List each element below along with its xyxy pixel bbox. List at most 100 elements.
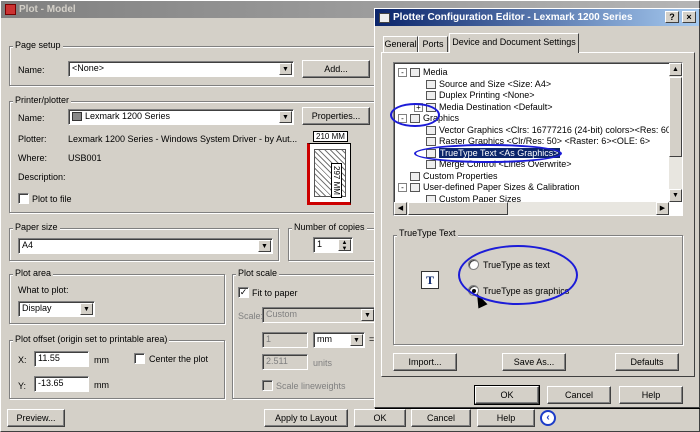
tree-node-label: User-defined Paper Sizes & Calibration (423, 182, 580, 192)
paper-size-select[interactable]: A4 ▼ (18, 238, 273, 254)
scale-numerator-field[interactable]: 1 (262, 332, 308, 348)
tree-node[interactable]: Duplex Printing <None> (426, 90, 535, 101)
truetype-options-highlight-ellipse (458, 245, 578, 305)
tree-node[interactable]: + Media Destination <Default> (414, 102, 553, 113)
center-plot-checkbox[interactable] (134, 353, 145, 364)
units-label: units (313, 358, 333, 368)
editor-ok-button[interactable]: OK (474, 385, 540, 405)
editor-titlebar: Plotter Configuration Editor - Lexmark 1… (375, 9, 699, 26)
scroll-left-icon[interactable]: ◀ (394, 202, 407, 215)
settings-tree[interactable]: - Media Source and Size <Size: A4> Duplex P… (393, 62, 683, 216)
tab-ports[interactable]: Ports (418, 36, 448, 53)
printer-name-label: Name: (18, 113, 45, 123)
paper-preview: 210 MM 297 MM (297, 131, 373, 209)
editor-title: Plotter Configuration Editor - Lexmark 1… (393, 12, 633, 23)
tree-node[interactable]: - Media (398, 67, 448, 78)
scale-unit-select[interactable]: mm ▼ (313, 332, 365, 348)
paper-size-label: Paper size (13, 222, 60, 232)
what-to-plot-label: What to plot: (18, 285, 69, 295)
tree-node[interactable]: Vector Graphics <Clrs: 16777216 (24-bit)… (426, 125, 682, 136)
collapse-icon[interactable]: - (398, 183, 407, 192)
tab-device-settings[interactable]: Device and Document Settings (449, 33, 579, 53)
tree-node-label: Source and Size <Size: A4> (439, 78, 552, 89)
help-title-button[interactable]: ? (665, 11, 679, 23)
tree-node-label: Duplex Printing <None> (439, 90, 535, 100)
spin-arrows-icon[interactable]: ▲ ▼ (338, 239, 351, 252)
raster-icon (426, 137, 436, 147)
plotter-label: Plotter: (18, 134, 47, 144)
media-icon (410, 68, 420, 78)
where-value: USB001 (68, 153, 102, 163)
scroll-hthumb[interactable] (408, 202, 508, 215)
plotter-value: Lexmark 1200 Series - Windows System Dri… (68, 134, 298, 144)
defaults-button[interactable]: Defaults (615, 353, 679, 371)
printer-name-select[interactable]: Lexmark 1200 Series ▼ (68, 109, 294, 125)
expand-options-button[interactable]: ‹ (540, 410, 556, 426)
page-setup-label: Page setup (13, 40, 63, 50)
scale-select[interactable]: Custom ▼ (262, 307, 376, 323)
properties-icon (410, 171, 420, 181)
x-offset-field[interactable]: 11.55 (34, 351, 89, 367)
plot-offset-label: Plot offset (origin set to printable are… (13, 334, 170, 344)
printer-properties-button[interactable]: Properties... (302, 107, 370, 125)
center-plot-label: Center the plot (149, 354, 209, 364)
chevron-down-icon: ▼ (279, 111, 292, 123)
plot-help-button[interactable]: Help (477, 409, 535, 427)
tree-node[interactable]: Source and Size <Size: A4> (426, 79, 551, 90)
truetype-icon: T (421, 271, 439, 289)
chevron-down-icon: ▼ (350, 334, 363, 346)
graphics-highlight-ellipse (390, 103, 440, 127)
paper-icon (410, 183, 420, 193)
chevron-down-icon: ▼ (361, 309, 374, 321)
editor-help-button[interactable]: Help (619, 386, 683, 404)
scroll-down-icon[interactable]: ▼ (669, 189, 682, 202)
paper-preview-sheet (307, 143, 351, 205)
scroll-thumb[interactable] (669, 77, 682, 157)
tab-general[interactable]: General (383, 36, 418, 53)
chevron-down-icon: ▼ (258, 240, 271, 252)
preview-button[interactable]: Preview... (7, 409, 65, 427)
fit-to-paper-checkbox[interactable]: ✓ (238, 287, 249, 298)
plot-scale-label: Plot scale (236, 268, 280, 278)
tree-node-label: Custom Properties (423, 170, 498, 181)
editor-cancel-button[interactable]: Cancel (547, 386, 611, 404)
add-page-setup-button[interactable]: Add... (302, 60, 370, 78)
scale-lineweights-checkbox[interactable] (262, 380, 273, 391)
tree-hscrollbar[interactable]: ◀ ▶ (394, 202, 669, 215)
plot-to-file-checkbox[interactable] (18, 193, 29, 204)
copies-label: Number of copies (292, 222, 367, 232)
what-to-plot-select[interactable]: Display ▼ (18, 301, 95, 317)
copies-spinner[interactable]: 1 ▲ ▼ (313, 237, 353, 253)
y-offset-field[interactable]: -13.65 (34, 376, 89, 392)
tree-node-label: Media (423, 67, 448, 77)
tree-node[interactable]: - User-defined Paper Sizes & Calibration (398, 182, 580, 193)
close-icon[interactable]: × (682, 11, 696, 23)
scale-units-field[interactable]: 2.511 (262, 354, 308, 370)
fit-to-paper-label: Fit to paper (252, 288, 298, 298)
scroll-right-icon[interactable]: ▶ (656, 202, 669, 215)
tree-node[interactable]: Custom Properties (410, 171, 498, 182)
autocad-icon (5, 4, 16, 15)
tree-vscrollbar[interactable]: ▲ ▼ (669, 63, 682, 202)
truetype-text-highlight-ellipse (414, 144, 562, 163)
page-setup-name-select[interactable]: <None> ▼ (68, 61, 294, 77)
plot-cancel-button[interactable]: Cancel (411, 409, 471, 427)
truetype-group-label: TrueType Text (397, 228, 458, 238)
scroll-up-icon[interactable]: ▲ (669, 63, 682, 76)
plot-to-file-label: Plot to file (32, 194, 72, 204)
collapse-icon[interactable]: - (398, 68, 407, 77)
printer-icon (72, 112, 82, 121)
import-button[interactable]: Import... (393, 353, 457, 371)
vector-icon (426, 125, 436, 135)
preview-height-label: 297 MM (331, 163, 342, 198)
apply-to-layout-button[interactable]: Apply to Layout (264, 409, 348, 427)
merge-icon (426, 160, 436, 170)
save-as-button[interactable]: Save As... (502, 353, 566, 371)
preview-width-label: 210 MM (313, 131, 348, 142)
plot-ok-button[interactable]: OK (354, 409, 406, 427)
plotter-config-editor: Plotter Configuration Editor - Lexmark 1… (374, 8, 700, 408)
x-offset-unit: mm (94, 355, 109, 365)
printer-group-label: Printer/plotter (13, 95, 72, 105)
plotter-icon (379, 12, 390, 23)
chevron-down-icon: ▼ (80, 303, 93, 315)
